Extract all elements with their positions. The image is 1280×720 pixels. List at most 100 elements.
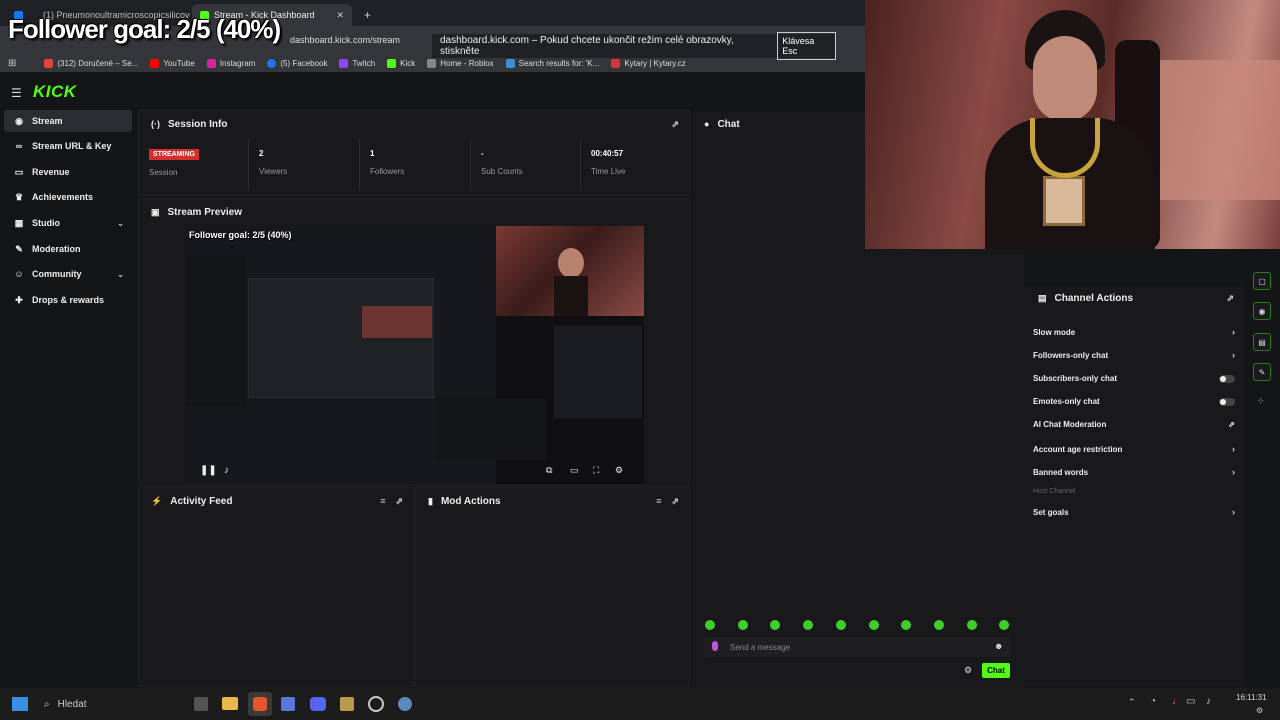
bookmark-roblox[interactable]: Home - Roblox (427, 58, 494, 68)
channel-actions-panel: ▤ Channel Actions ⇗ (1024, 286, 1244, 686)
taskbar-search[interactable]: ⌕ Hledat (40, 694, 180, 714)
external-link-icon: ⇗ (1228, 420, 1235, 429)
chevron-right-icon: › (1232, 350, 1235, 360)
sidebar-item-achievements[interactable]: ♛ Achievements (4, 186, 132, 208)
action-slow-mode[interactable]: Slow mode › (1033, 327, 1235, 337)
store-icon[interactable] (281, 697, 295, 711)
emote-icon[interactable] (967, 620, 977, 630)
revenue-icon: ▭ (14, 166, 24, 177)
popout-icon[interactable]: ⇗ (395, 496, 403, 507)
bookmark-kick[interactable]: Kick (387, 58, 415, 68)
tray-chevron-up-icon[interactable]: ⌃ (1128, 697, 1136, 708)
action-set-goals[interactable]: Set goals › (1033, 507, 1235, 517)
community-icon: ☺ (14, 269, 24, 279)
bookmark-instagram[interactable]: Instagram (206, 58, 255, 68)
action-host-channel: Host Channel (1033, 488, 1076, 495)
bookmark-search[interactable]: Search results for: 'K... (505, 58, 599, 68)
webcam-badge (1043, 176, 1085, 226)
taskbar-browser-active[interactable] (248, 692, 272, 716)
broadcast-icon: ◉ (15, 115, 23, 126)
bookmark-facebook[interactable]: (5) Facebook (267, 58, 327, 68)
emote-icon[interactable] (934, 620, 944, 630)
action-account-age-restriction[interactable]: Account age restriction › (1033, 444, 1235, 454)
emote-icon[interactable] (901, 620, 911, 630)
send-chat-button[interactable]: Chat (982, 663, 1010, 678)
action-followers-only-chat[interactable]: Followers-only chat › (1033, 350, 1235, 360)
popout-icon[interactable]: ⇗ (671, 496, 679, 507)
chat-message-input[interactable]: Send a message (704, 637, 1010, 657)
emote-icon[interactable] (836, 620, 846, 630)
esc-key-hint: Klávesa Esc (777, 32, 836, 60)
panel-title: Activity Feed (170, 495, 233, 507)
steam-icon[interactable] (398, 697, 412, 711)
action-ai-chat-moderation[interactable]: AI Chat Moderation ⇗ (1033, 420, 1235, 429)
windows-start-icon[interactable] (12, 697, 28, 711)
sidebar-item-drops-rewards[interactable]: ✚ Drops & rewards (4, 289, 132, 311)
hamburger-menu-icon[interactable]: ☰ (11, 86, 22, 100)
bookmark-youtube[interactable]: YouTube (150, 58, 195, 68)
volume-icon[interactable]: ♪ (224, 465, 229, 476)
emote-icon[interactable] (999, 620, 1009, 630)
actions-toggle-icon[interactable]: ▤ (1253, 333, 1271, 351)
obs-icon[interactable] (368, 696, 384, 712)
brave-icon (253, 697, 267, 711)
fullscreen-icon[interactable]: ⛶ (593, 465, 599, 476)
subscribers-only-toggle[interactable] (1219, 374, 1235, 383)
display-icon[interactable]: ▭ (1186, 696, 1195, 707)
emoji-picker-icon[interactable]: ☻ (994, 641, 1003, 651)
stream-preview-video[interactable]: Follower goal: 2/5 (40%) ❚❚ ♪ ⧉ ▭ ⛶ ⚙ (186, 226, 644, 484)
emote-icon[interactable] (738, 620, 748, 630)
stat-label: Time Live (591, 167, 626, 176)
sidebar-item-studio[interactable]: ▦ Studio ⌄ (4, 212, 132, 234)
mod-actions-header: ▮ Mod Actions ≡ ⇗ (416, 488, 689, 514)
chat-toggle-icon[interactable]: ▢ (1253, 272, 1271, 290)
sidebar-item-revenue[interactable]: ▭ Revenue (4, 161, 132, 183)
popout-icon[interactable]: ⇗ (1226, 293, 1234, 304)
stat-label: Sub Counts (481, 167, 523, 176)
action-banned-words[interactable]: Banned words › (1033, 467, 1235, 477)
emote-icon[interactable] (869, 620, 879, 630)
new-tab-button[interactable]: + (356, 4, 379, 26)
bookmark-twitch[interactable]: Twitch (339, 58, 375, 68)
file-explorer-icon[interactable] (222, 697, 238, 710)
chat-settings-gear-icon[interactable]: ⚙ (964, 665, 972, 676)
discord-icon[interactable] (310, 697, 326, 711)
webcam-face (1033, 36, 1097, 122)
panel-title: Stream Preview (167, 206, 243, 218)
link-icon: ∞ (15, 141, 23, 151)
volume-icon[interactable]: ♪ (1206, 696, 1211, 707)
emotes-only-toggle[interactable] (1219, 397, 1235, 406)
emote-icon[interactable] (803, 620, 813, 630)
emote-icon[interactable] (705, 620, 715, 630)
sidebar-item-stream-url-key[interactable]: ∞ Stream URL & Key (4, 135, 132, 157)
moderation-toggle-icon[interactable]: ✎ (1253, 363, 1271, 381)
kick-logo[interactable]: KICK (33, 82, 77, 102)
sidebar-item-stream[interactable]: ◉ Stream (4, 110, 132, 132)
sidebar-item-moderation[interactable]: ✎ Moderation (4, 238, 132, 260)
pause-icon[interactable]: ❚❚ (200, 465, 217, 476)
popout-icon[interactable]: ⇗ (671, 119, 679, 130)
clock-time[interactable]: 16:11:31 (1236, 693, 1267, 702)
task-view-icon[interactable] (194, 697, 208, 711)
panel-title: Mod Actions (440, 495, 501, 507)
close-tab-icon[interactable]: ✕ (336, 10, 344, 21)
more-widgets-icon[interactable]: ⁘ (1257, 396, 1265, 407)
search-icon: ⌕ (44, 698, 50, 710)
broadcast-toggle-icon[interactable]: ◉ (1253, 302, 1271, 320)
filter-icon[interactable]: ≡ (380, 496, 385, 507)
network-icon[interactable]: ◔ (1150, 696, 1156, 707)
bookmark-kytary[interactable]: Kytary | Kytary.cz (611, 58, 686, 68)
sidebar-item-community[interactable]: ☺ Community ⌄ (4, 263, 132, 285)
pip-icon[interactable]: ⧉ (546, 465, 552, 476)
emote-icon[interactable] (770, 620, 780, 630)
settings-gear-icon[interactable]: ⚙ (615, 465, 623, 476)
url-field[interactable]: dashboard.kick.com/stream (290, 32, 430, 48)
filter-icon[interactable]: ≡ (656, 496, 661, 507)
apps-grid-icon[interactable]: ⊞ (8, 58, 16, 69)
theater-mode-icon[interactable]: ▭ (570, 465, 579, 476)
mic-icon[interactable]: ♩ (1172, 696, 1182, 707)
app-icon[interactable] (340, 697, 354, 711)
stat-session: STREAMING Session (139, 139, 249, 191)
bookmark-gmail[interactable]: (312) Doručené – Se... (44, 58, 138, 68)
notifications-icon[interactable]: ⚙ (1256, 706, 1263, 715)
